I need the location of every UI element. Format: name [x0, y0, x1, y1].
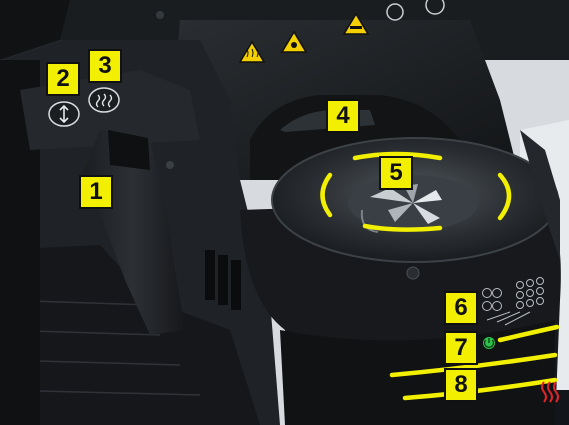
callout-3: 3 — [88, 49, 122, 83]
callout-5: 5 — [379, 156, 413, 190]
callout-4: 4 — [326, 99, 360, 133]
machine-drawing — [0, 0, 569, 425]
heat-button[interactable] — [88, 87, 120, 113]
green-power-icon — [483, 337, 495, 349]
callout-6: 6 — [444, 291, 478, 325]
machine-illustration: 1 2 3 4 5 6 7 8 — [0, 0, 569, 425]
callout-2: 2 — [46, 62, 80, 96]
lift-button[interactable] — [48, 101, 80, 127]
callout-8: 8 — [444, 368, 478, 402]
callout-1: 1 — [79, 175, 113, 209]
callout-7: 7 — [444, 331, 478, 365]
